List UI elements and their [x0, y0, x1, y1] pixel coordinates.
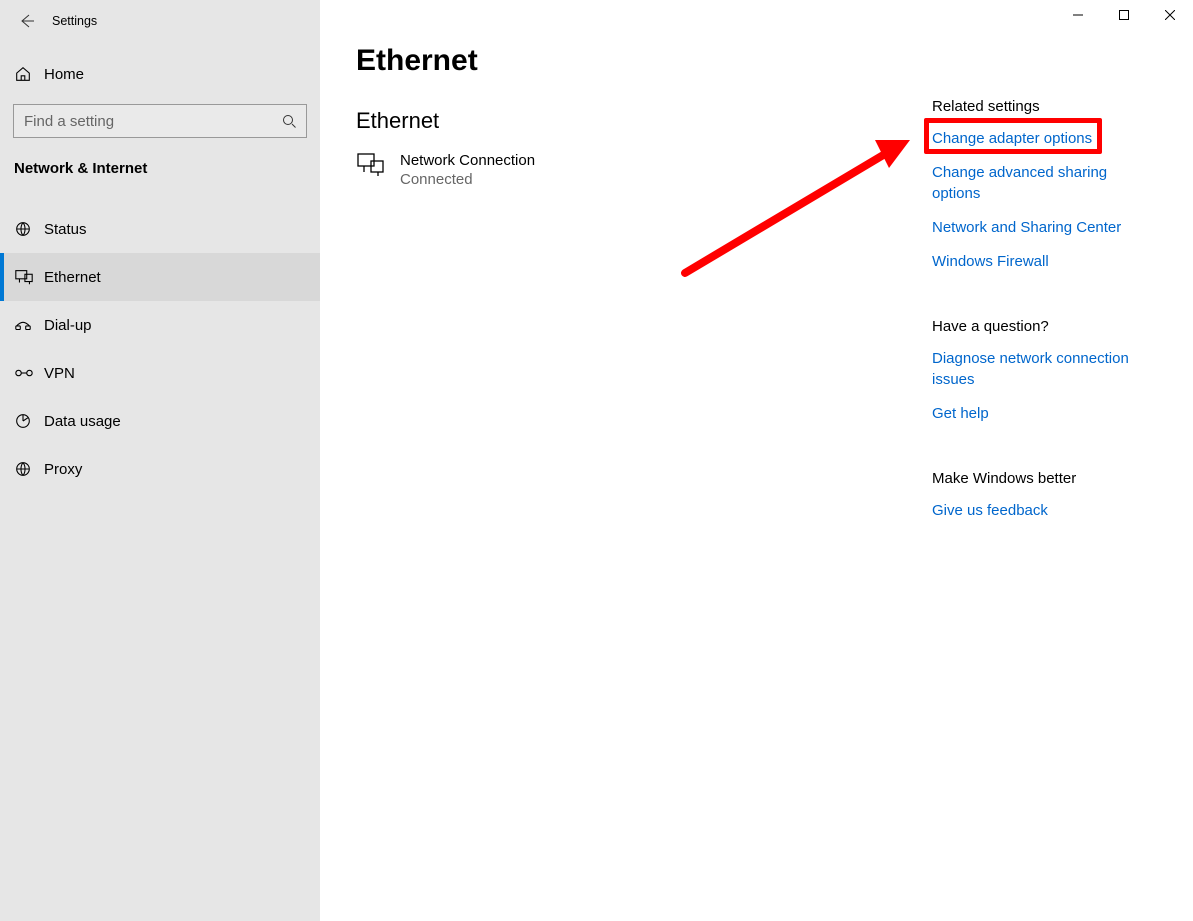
- link-windows-firewall[interactable]: Windows Firewall: [932, 252, 1157, 272]
- sidebar-category: Network & Internet: [0, 160, 320, 177]
- sidebar: Settings Home Netwo: [0, 0, 320, 921]
- link-diagnose-network[interactable]: Diagnose network connection issues: [932, 349, 1157, 390]
- link-change-advanced-sharing[interactable]: Change advanced sharing options: [932, 163, 1157, 204]
- sidebar-item-ethernet[interactable]: Ethernet: [0, 253, 320, 301]
- sidebar-item-label: Proxy: [44, 461, 82, 478]
- search-input[interactable]: [14, 112, 272, 131]
- sidebar-item-label: Ethernet: [44, 269, 101, 286]
- arrow-left-icon: [19, 13, 35, 29]
- sidebar-item-vpn[interactable]: VPN: [0, 349, 320, 397]
- ethernet-icon: [14, 268, 34, 286]
- close-icon: [1165, 10, 1175, 20]
- main-content: Ethernet Ethernet Network Connection Con…: [320, 0, 1193, 921]
- home-icon: [14, 65, 32, 83]
- sidebar-item-dialup[interactable]: Dial-up: [0, 301, 320, 349]
- sidebar-item-status[interactable]: Status: [0, 205, 320, 253]
- proxy-icon: [14, 460, 32, 478]
- link-network-sharing-center[interactable]: Network and Sharing Center: [932, 218, 1157, 238]
- close-button[interactable]: [1147, 0, 1193, 30]
- back-button[interactable]: [12, 6, 42, 36]
- have-a-question-heading: Have a question?: [932, 318, 1157, 335]
- sidebar-item-proxy[interactable]: Proxy: [0, 445, 320, 493]
- search-icon: [272, 113, 306, 129]
- related-settings-heading: Related settings: [932, 98, 1157, 115]
- home-label: Home: [44, 66, 84, 83]
- make-windows-better-heading: Make Windows better: [932, 470, 1157, 487]
- window-title: Settings: [52, 14, 97, 28]
- link-give-us-feedback[interactable]: Give us feedback: [932, 501, 1157, 521]
- connection-status: Connected: [400, 171, 535, 188]
- right-panels: Related settings Change adapter options …: [932, 98, 1157, 535]
- sidebar-nav-list: Status Ethernet: [0, 205, 320, 493]
- datausage-icon: [14, 412, 32, 430]
- link-change-adapter-options[interactable]: Change adapter options: [932, 129, 1157, 149]
- sidebar-item-datausage[interactable]: Data usage: [0, 397, 320, 445]
- link-get-help[interactable]: Get help: [932, 404, 1157, 424]
- minimize-button[interactable]: [1055, 0, 1101, 30]
- sidebar-item-label: Data usage: [44, 413, 121, 430]
- status-icon: [14, 220, 32, 238]
- page-title: Ethernet: [356, 44, 1193, 78]
- search-box[interactable]: [13, 104, 307, 138]
- home-nav[interactable]: Home: [0, 52, 320, 96]
- sidebar-item-label: VPN: [44, 365, 75, 382]
- sidebar-item-label: Status: [44, 221, 87, 238]
- maximize-icon: [1119, 10, 1129, 20]
- dialup-icon: [14, 316, 32, 334]
- maximize-button[interactable]: [1101, 0, 1147, 30]
- connection-name: Network Connection: [400, 152, 535, 169]
- vpn-icon: [14, 364, 34, 382]
- minimize-icon: [1073, 10, 1083, 20]
- ethernet-icon: [356, 152, 386, 178]
- sidebar-item-label: Dial-up: [44, 317, 92, 334]
